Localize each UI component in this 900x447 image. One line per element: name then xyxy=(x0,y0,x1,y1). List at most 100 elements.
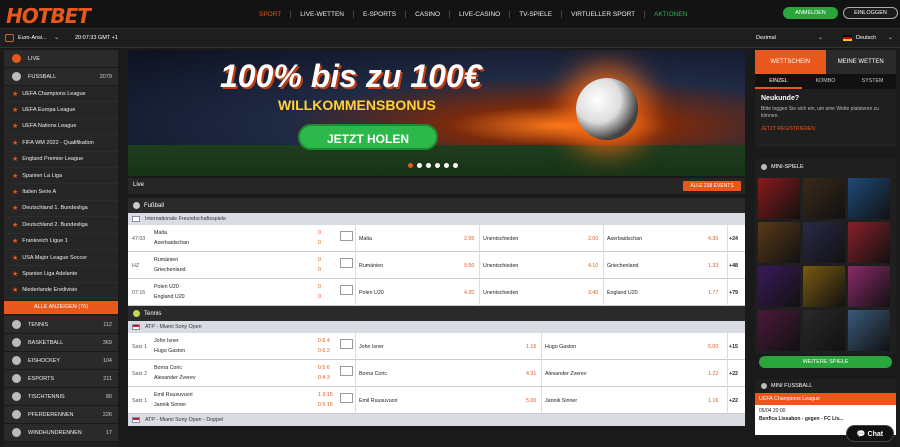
game-tile[interactable] xyxy=(803,222,845,263)
star-icon[interactable]: ★ xyxy=(12,155,18,163)
odds-region-select[interactable]: Euro-Ansi... xyxy=(18,35,47,41)
sidebar-league-item[interactable]: ★ Niederlande Eredivisie xyxy=(4,282,118,300)
stats-icon[interactable] xyxy=(340,366,353,376)
tab-combo[interactable]: KOMBO xyxy=(802,74,849,89)
more-markets[interactable]: +24 xyxy=(729,236,738,242)
chevron-down-icon[interactable]: ⌄ xyxy=(818,34,823,41)
match-row[interactable]: Satz 1 Emil Ruusuvuori Jannik Sinner 1 3 15… xyxy=(128,387,745,414)
game-tile[interactable] xyxy=(803,266,845,307)
sidebar-league-item[interactable]: ★ UEFA Champions League xyxy=(4,86,118,103)
game-tile[interactable] xyxy=(848,178,890,219)
show-all-button[interactable]: ALLE ANZEIGEN (76) xyxy=(4,301,118,315)
game-tile[interactable] xyxy=(848,266,890,307)
carousel-dots[interactable] xyxy=(408,163,458,168)
star-icon[interactable]: ★ xyxy=(12,286,18,294)
game-tile[interactable] xyxy=(803,310,845,351)
nav-live-casino[interactable]: LIVE-CASINO xyxy=(450,11,511,18)
game-tile[interactable] xyxy=(848,310,890,351)
sidebar-sport-item[interactable]: ESPORTS 211 xyxy=(4,370,118,389)
sidebar-league-item[interactable]: ★ UEFA Nations League xyxy=(4,118,118,136)
sidebar-league-item[interactable]: ★ Spanien La Liga xyxy=(4,167,118,185)
banner-cta-button[interactable]: JETZT HOLEN xyxy=(298,124,438,150)
game-tile[interactable] xyxy=(758,266,800,307)
login-button[interactable]: ANMELDEN xyxy=(783,7,838,19)
league-header[interactable]: ATP - Miami Sony Open - Doppel xyxy=(128,414,745,426)
tab-betslip[interactable]: WETTSCHEIN xyxy=(755,50,826,74)
star-icon[interactable]: ★ xyxy=(12,270,18,278)
all-events-button[interactable]: ALLE 238 EVENTS xyxy=(683,181,741,191)
stats-icon[interactable] xyxy=(340,339,353,349)
game-tile[interactable] xyxy=(848,222,890,263)
language-select[interactable]: Deutsch xyxy=(856,35,876,41)
sidebar-sport-football[interactable]: FUSSBALL 2079 xyxy=(4,68,118,86)
stats-icon[interactable] xyxy=(340,231,353,241)
carousel-dot[interactable] xyxy=(426,163,431,168)
carousel-dot[interactable] xyxy=(417,163,422,168)
more-games-button[interactable]: WEITERE SPIELE xyxy=(759,356,892,368)
sidebar-sport-item[interactable]: EISHOCKEY 104 xyxy=(4,352,118,371)
star-icon[interactable]: ★ xyxy=(12,122,18,130)
star-icon[interactable]: ★ xyxy=(12,221,18,229)
league-header[interactable]: Internationale Freundschaftsspiele xyxy=(128,213,745,225)
odds-home[interactable] xyxy=(355,225,479,252)
chat-button[interactable]: 💬 Chat xyxy=(846,425,894,442)
sidebar-live[interactable]: LIVE xyxy=(4,50,118,68)
mini-football-league[interactable]: UEFA Champions League xyxy=(755,393,896,405)
sidebar-league-item[interactable]: ★ Deutschland 1. Bundesliga xyxy=(4,200,118,218)
sidebar-league-item[interactable]: ★ Deutschland 2. Bundesliga xyxy=(4,217,118,234)
chevron-down-icon[interactable]: ⌄ xyxy=(888,34,893,41)
star-icon[interactable]: ★ xyxy=(12,106,18,114)
game-tile[interactable] xyxy=(803,178,845,219)
game-tile[interactable] xyxy=(758,310,800,351)
section-header-football[interactable]: Fußball xyxy=(128,198,745,213)
stats-icon[interactable] xyxy=(340,393,353,403)
tab-single[interactable]: EINZEL xyxy=(755,74,802,89)
section-header-tennis[interactable]: Tennis xyxy=(128,306,745,321)
stats-icon[interactable] xyxy=(340,285,353,295)
star-icon[interactable]: ★ xyxy=(12,237,18,245)
sidebar-sport-item[interactable]: TISCHTENNIS 80 xyxy=(4,388,118,407)
register-link[interactable]: JETZT REGISTRIEREN xyxy=(761,126,890,132)
nav-live-wetten[interactable]: LIVE-WETTEN xyxy=(291,11,354,18)
star-icon[interactable]: ★ xyxy=(12,188,18,196)
sidebar-sport-item[interactable]: WINDHUNDRENNEN 17 xyxy=(4,424,118,443)
sidebar-sport-item[interactable]: PFERDERENNEN 226 xyxy=(4,406,118,425)
odds-format-select[interactable]: Dezimal xyxy=(756,35,776,41)
more-markets[interactable]: +22 xyxy=(729,398,738,404)
more-markets[interactable]: +79 xyxy=(729,290,738,296)
game-tile[interactable] xyxy=(758,222,800,263)
star-icon[interactable]: ★ xyxy=(12,90,18,98)
nav-aktionen[interactable]: AKTIONEN xyxy=(645,11,696,18)
match-row[interactable]: HZ Rumänien Griechenland 0 0 Rumänien 9.50 Unen… xyxy=(128,252,745,279)
tab-system[interactable]: SYSTEM xyxy=(849,74,896,89)
more-markets[interactable]: +22 xyxy=(729,371,738,377)
more-markets[interactable]: +15 xyxy=(729,344,738,350)
sidebar-sport-item[interactable]: TENNIS 112 xyxy=(4,316,118,335)
carousel-dot[interactable] xyxy=(408,163,413,168)
star-icon[interactable]: ★ xyxy=(12,172,18,180)
star-icon[interactable]: ★ xyxy=(12,139,18,147)
sidebar-league-item[interactable]: ★ England Premier League xyxy=(4,151,118,168)
nav-esports[interactable]: E-SPORTS xyxy=(354,11,407,18)
star-icon[interactable]: ★ xyxy=(12,254,18,262)
nav-casino[interactable]: CASINO xyxy=(406,11,451,18)
chevron-down-icon[interactable]: ⌄ xyxy=(54,34,59,41)
more-markets[interactable]: +48 xyxy=(729,263,738,269)
sidebar-league-item[interactable]: ★ Frankreich Ligue 1 xyxy=(4,233,118,250)
tab-my-bets[interactable]: MEINE WETTEN xyxy=(825,50,896,74)
sidebar-league-item[interactable]: ★ FIFA WM 2022 - Qualifikation xyxy=(4,135,118,152)
stats-icon[interactable] xyxy=(340,258,353,268)
signin-button[interactable]: EINLOGGEN xyxy=(843,7,898,19)
match-row[interactable]: Satz 2 Borna Coric Alexander Zverev 0 5 6 0 … xyxy=(128,360,745,387)
match-row[interactable]: 47:03 Malta Aserbaidschan 0 0 Malta 2.95 Unents… xyxy=(128,225,745,252)
sidebar-league-item[interactable]: ★ USA Major League Soccer xyxy=(4,249,118,267)
star-icon[interactable]: ★ xyxy=(12,204,18,212)
sidebar-league-item[interactable]: ★ Italien Serie A xyxy=(4,184,118,201)
match-row[interactable]: 07:16 Polen U20 England U20 0 0 Polen U20 4.20… xyxy=(128,279,745,306)
nav-virtueller-sport[interactable]: VIRTUELLER SPORT xyxy=(562,11,646,18)
promo-banner[interactable]: 100% bis zu 100€ WILLKOMMENSBONUS JETZT … xyxy=(128,50,745,176)
league-header[interactable]: ATP - Miami Sony Open xyxy=(128,321,745,333)
sidebar-sport-item[interactable]: BASKETBALL 369 xyxy=(4,334,118,353)
match-row[interactable]: Satz 1 John Isner Hugo Gaston 0 6 40 6 2 Joh… xyxy=(128,333,745,360)
game-tile[interactable] xyxy=(758,178,800,219)
